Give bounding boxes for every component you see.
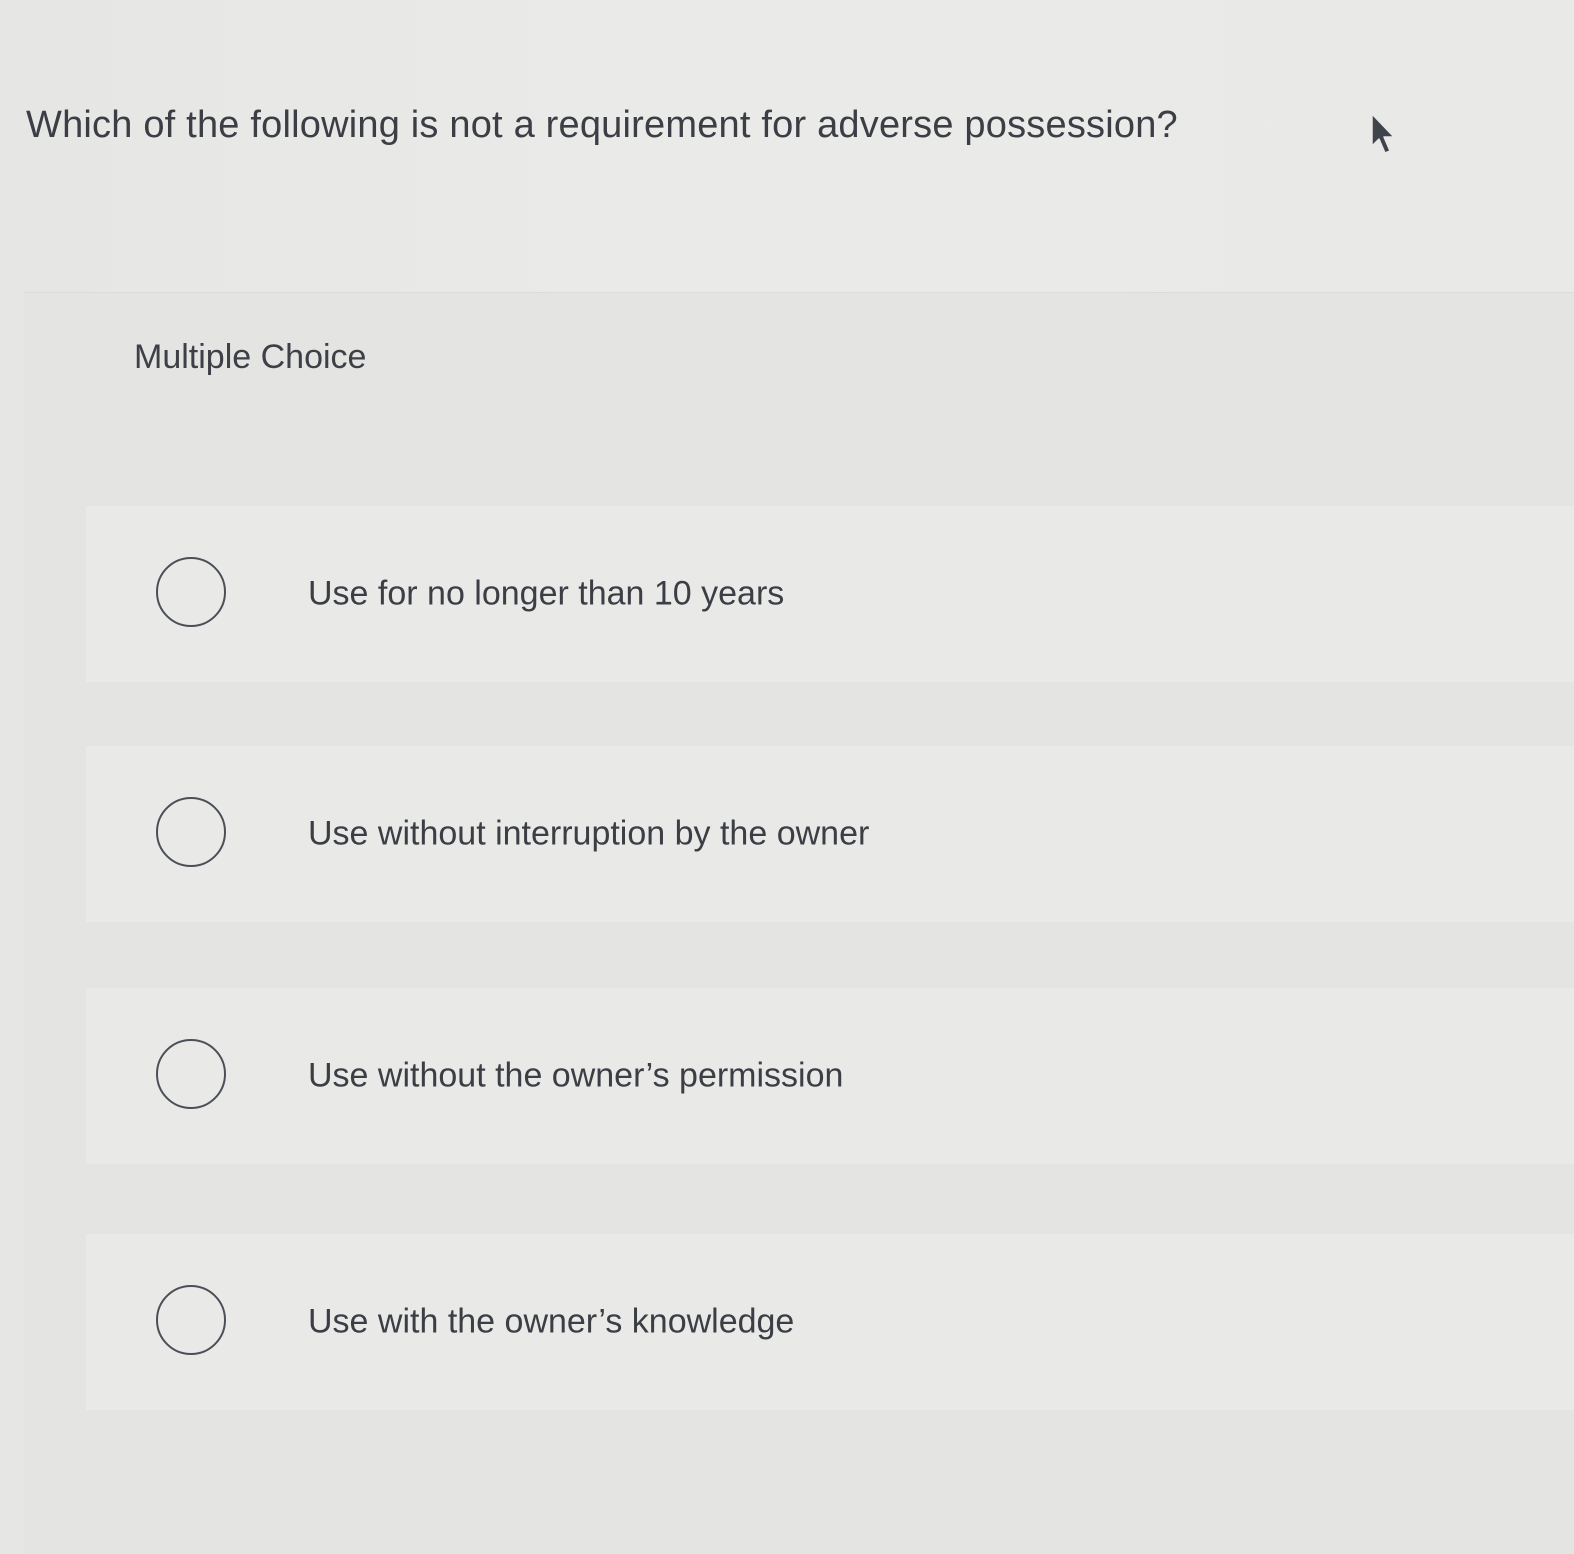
option-3[interactable]: Use without the owner’s permission [86,988,1574,1164]
multiple-choice-card: Multiple Choice Use for no longer than 1… [24,292,1574,1554]
radio-button[interactable] [156,1285,226,1355]
option-4[interactable]: Use with the owner’s knowledge [86,1234,1574,1410]
option-label: Use with the owner’s knowledge [308,1302,795,1341]
radio-button[interactable] [156,797,226,867]
question-type-label: Multiple Choice [134,338,367,376]
question-text: Which of the following is not a requirem… [26,104,1178,146]
mouse-pointer-icon [1371,113,1395,154]
radio-button[interactable] [156,557,226,627]
option-1[interactable]: Use for no longer than 10 years [86,506,1574,682]
option-label: Use without the owner’s permission [308,1056,844,1095]
option-2[interactable]: Use without interruption by the owner [86,746,1574,922]
radio-button[interactable] [156,1039,226,1109]
option-label: Use for no longer than 10 years [308,574,785,613]
option-label: Use without interruption by the owner [308,814,870,853]
quiz-page: Which of the following is not a requirem… [0,0,1574,1554]
